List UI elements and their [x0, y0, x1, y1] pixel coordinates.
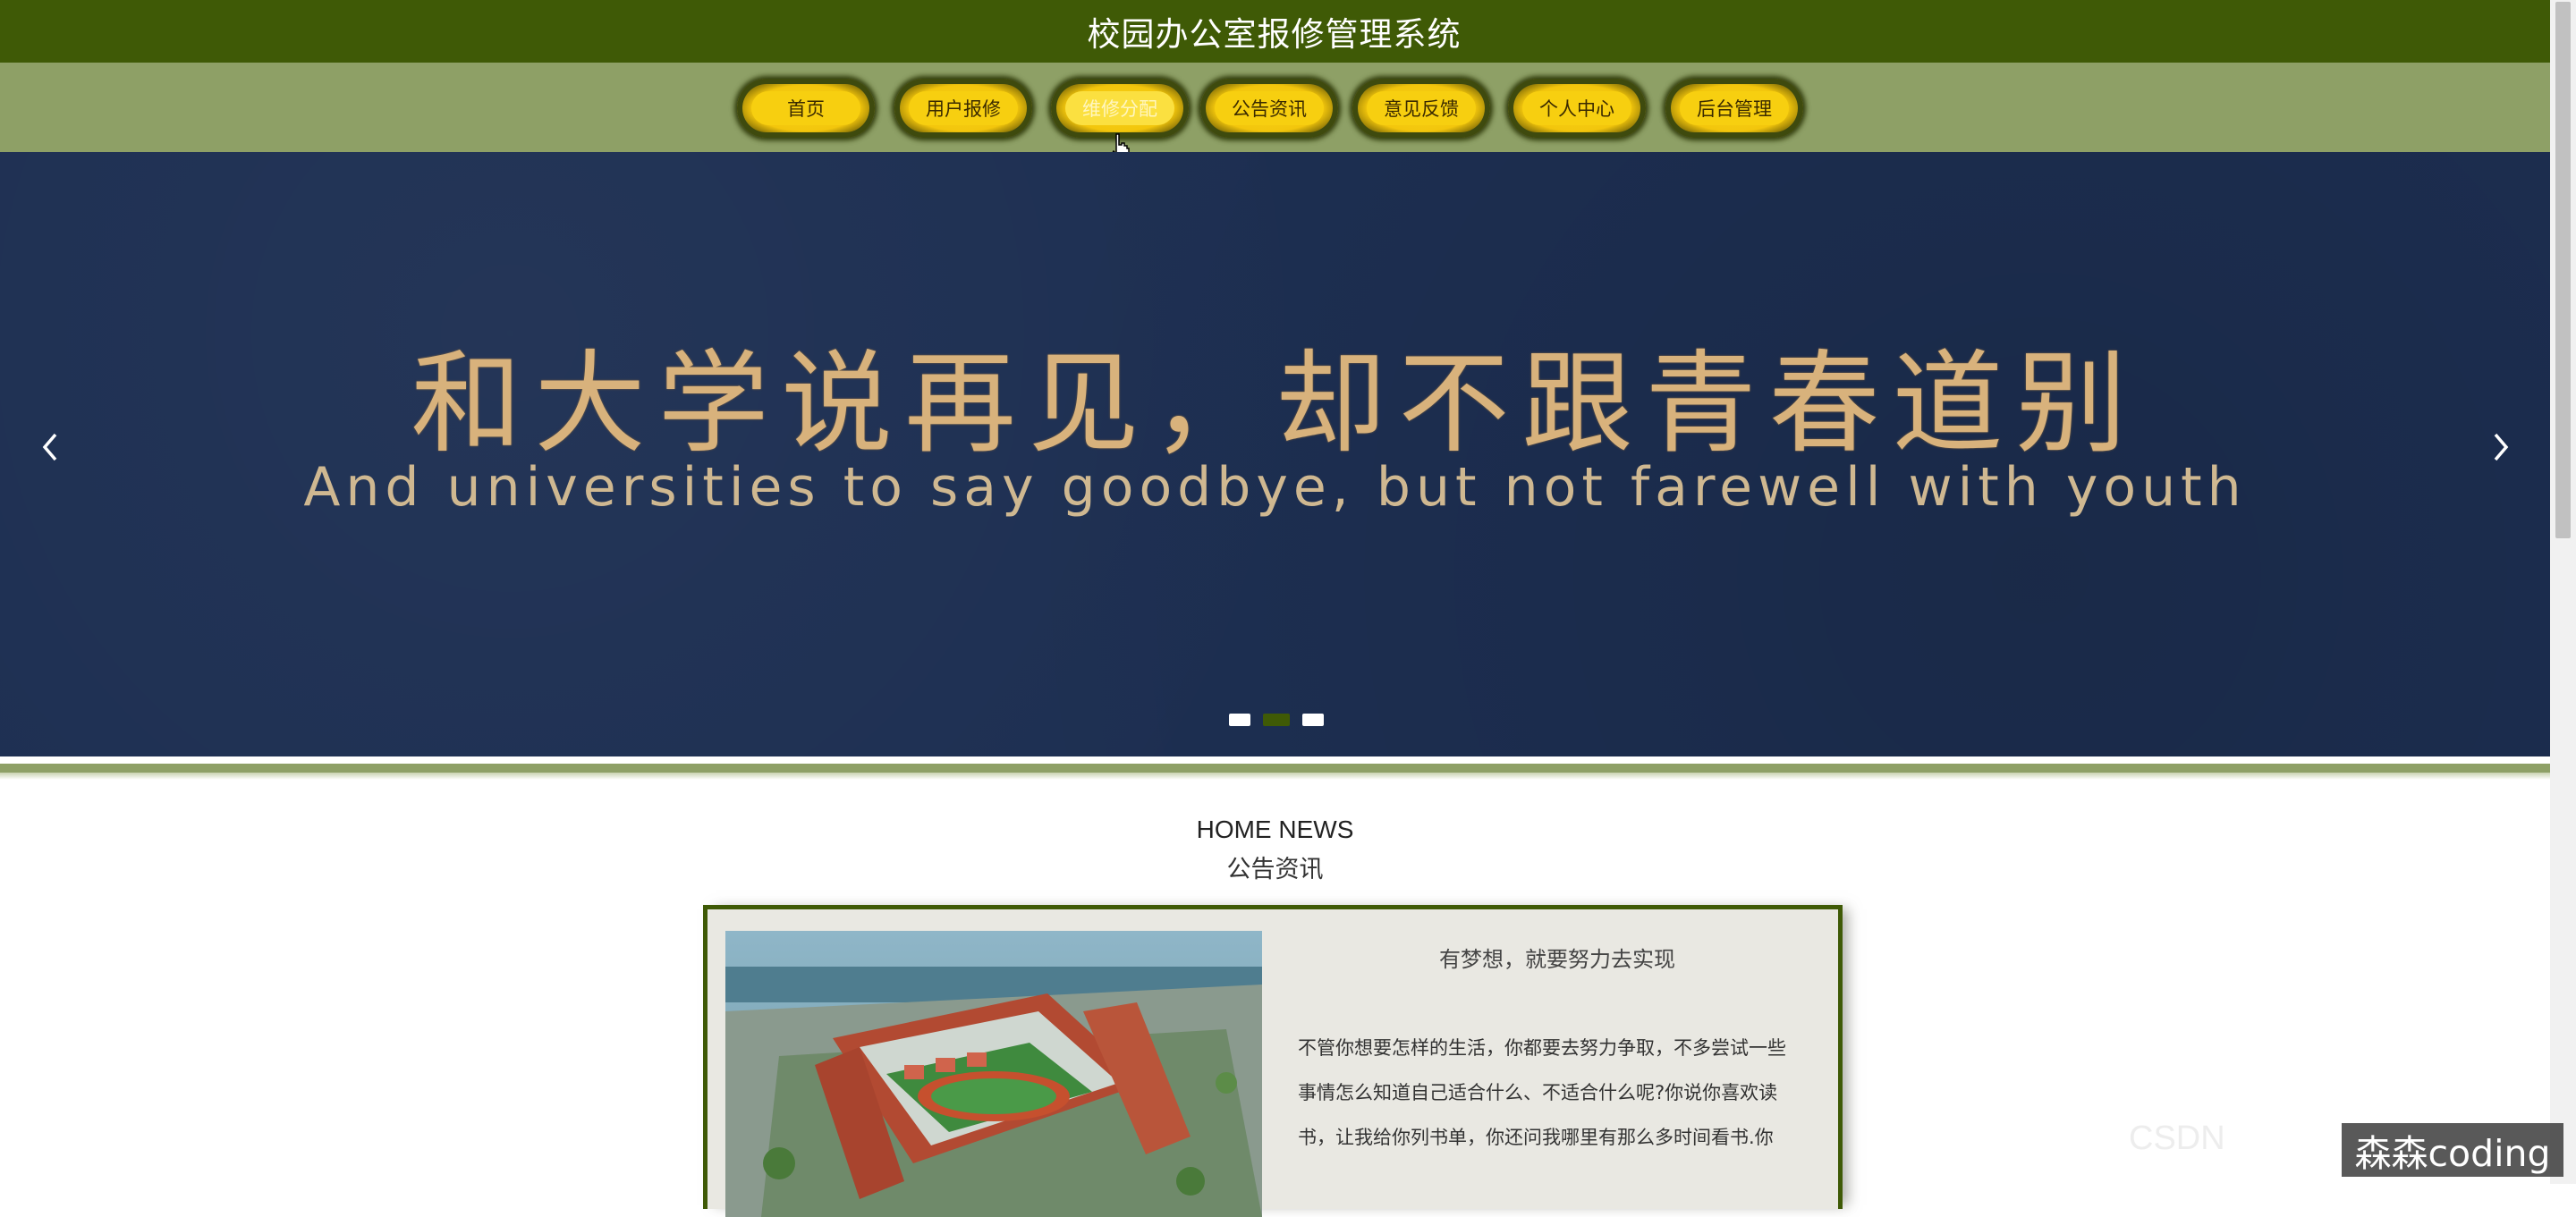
- scrollbar-thumb[interactable]: [2555, 2, 2571, 538]
- carousel-prev-button[interactable]: [23, 420, 77, 474]
- hero-carousel: 和大学说再见，却不跟青春道别 And universities to say g…: [0, 152, 2550, 756]
- carousel-headline: 和大学说再见，却不跟青春道别: [411, 340, 2140, 469]
- carousel-indicators: [1229, 714, 1324, 726]
- nav-item-label: 个人中心: [1522, 91, 1631, 125]
- news-title[interactable]: 有梦想，就要努力去实现: [1280, 942, 1835, 973]
- carousel-dot-active[interactable]: [1263, 714, 1290, 726]
- carousel-subline: And universities to say goodbye, but not…: [303, 456, 2247, 519]
- main-nav: 首页 用户报修 维修分配 公告资讯 意见反馈 个人中心 后台管理: [0, 63, 2550, 152]
- csdn-watermark: CSDN: [2129, 1120, 2225, 1157]
- campus-building-image: [725, 931, 1262, 1217]
- carousel-dot[interactable]: [1229, 714, 1250, 726]
- nav-item-home[interactable]: 首页: [737, 79, 875, 138]
- news-excerpt-line: 不管你想要怎样的生活，你都要去努力争取，不多尝试一些: [1298, 1037, 1786, 1059]
- banner-divider: [0, 756, 2550, 780]
- page-scrollbar[interactable]: [2550, 0, 2576, 1184]
- nav-item-label: 公告资讯: [1215, 91, 1324, 125]
- author-watermark: 森森coding: [2342, 1123, 2563, 1177]
- news-excerpt-line: 书，让我给你列书单，你还问我哪里有那么多时间看书.你: [1298, 1127, 1774, 1148]
- carousel-next-button[interactable]: [2474, 420, 2528, 474]
- nav-item-label: 维修分配: [1065, 91, 1174, 125]
- nav-item-feedback[interactable]: 意见反馈: [1352, 79, 1490, 138]
- nav-item-personal-center[interactable]: 个人中心: [1508, 79, 1646, 138]
- site-header: 校园办公室报修管理系统: [0, 0, 2550, 63]
- site-title: 校园办公室报修管理系统: [1087, 15, 1462, 54]
- nav-item-user-repair[interactable]: 用户报修: [894, 79, 1032, 138]
- nav-item-announcements[interactable]: 公告资讯: [1200, 79, 1338, 138]
- nav-item-label: 后台管理: [1680, 91, 1789, 125]
- news-card[interactable]: 有梦想，就要努力去实现 不管你想要怎样的生活，你都要去努力争取，不多尝试一些 事…: [703, 905, 1843, 1217]
- carousel-dot[interactable]: [1302, 714, 1324, 726]
- nav-item-label: 用户报修: [909, 91, 1018, 125]
- news-image[interactable]: [725, 931, 1262, 1217]
- nav-item-label: 意见反馈: [1367, 91, 1476, 125]
- nav-item-repair-assign[interactable]: 维修分配: [1051, 79, 1189, 138]
- chevron-left-icon: [42, 433, 57, 461]
- chevron-right-icon: [2494, 433, 2509, 461]
- news-heading-en: HOME NEWS: [1196, 816, 1354, 843]
- news-excerpt: 不管你想要怎样的生活，你都要去努力争取，不多尝试一些 事情怎么知道自己适合什么、…: [1298, 1026, 1813, 1204]
- nav-item-admin[interactable]: 后台管理: [1665, 79, 1803, 138]
- news-heading-zh: 公告资讯: [1226, 856, 1324, 883]
- nav-item-label: 首页: [751, 91, 860, 125]
- news-excerpt-line: 事情怎么知道自己适合什么、不适合什么呢?你说你喜欢读: [1298, 1082, 1778, 1103]
